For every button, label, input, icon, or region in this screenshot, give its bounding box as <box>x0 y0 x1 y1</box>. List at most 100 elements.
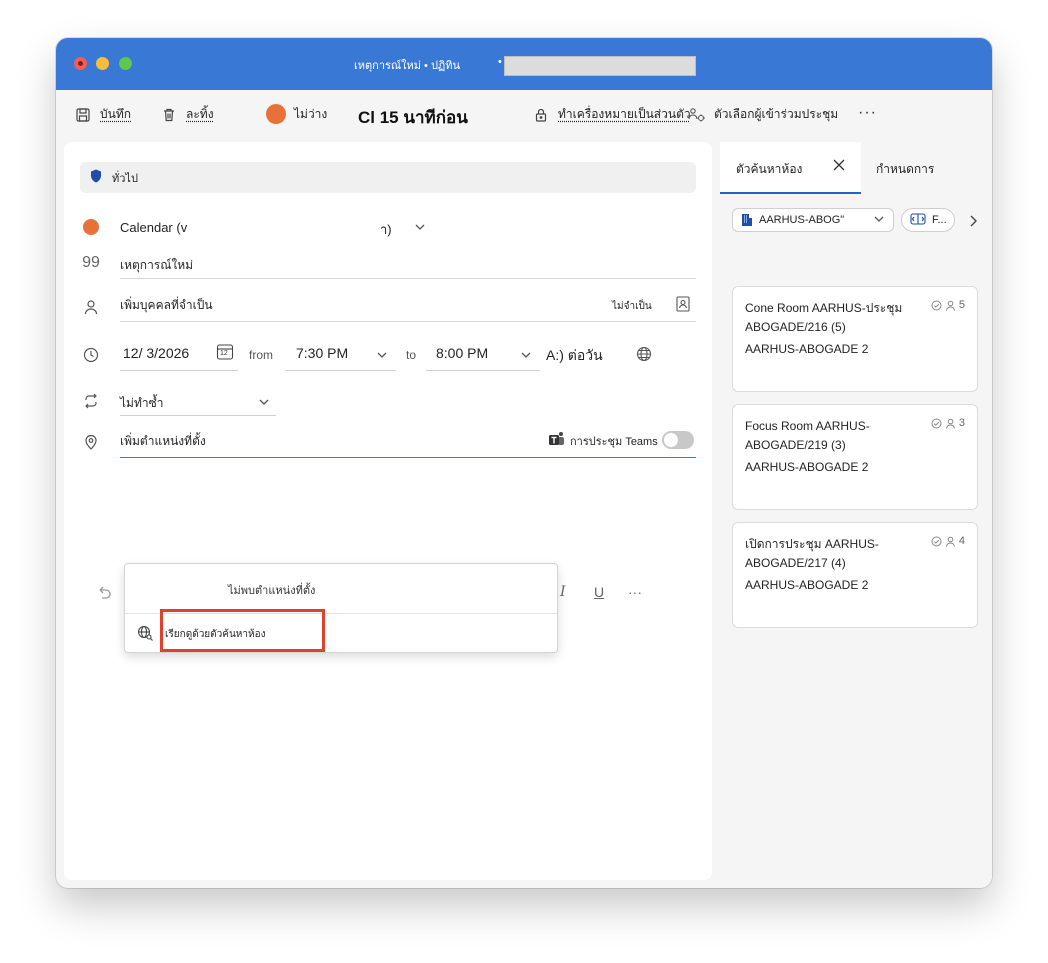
room-building: AARHUS-ABOGADE 2 <box>745 578 869 592</box>
location-row: เพิ่มตำแหน่งที่ตั้ง การประชุม Teams <box>64 430 712 460</box>
discard-label: ละทิ้ง <box>186 107 214 121</box>
building-icon <box>741 212 753 229</box>
chevron-down-icon[interactable] <box>414 220 426 238</box>
no-locations-message: ไม่พบตำแหน่งที่ตั้ง <box>228 585 316 597</box>
quote-icon: 99 <box>82 254 100 271</box>
show-as-label: ไม่ว่าง <box>294 106 328 121</box>
event-form: ทั่วไป Calendar (v า) 99 เหตุการณ์ใหม่ เ… <box>64 142 712 880</box>
room-name: Cone Room AARHUS-ประชุม ABOGADE/216 (5) <box>745 301 903 334</box>
tab-scheduling[interactable]: กำหนดการ <box>876 160 934 179</box>
title-row: 99 เหตุการณ์ใหม่ <box>64 252 712 282</box>
room-capacity-value: 3 <box>958 417 965 429</box>
features-icon <box>910 212 926 228</box>
calendar-selector[interactable]: Calendar (v <box>120 220 187 235</box>
mark-private-button[interactable]: ทำเครื่องหมายเป็นส่วนตัว <box>532 105 691 124</box>
date-picker-icon[interactable]: 12 <box>216 343 234 361</box>
lock-icon <box>532 106 550 124</box>
category-label: ทั่วไป <box>112 172 138 185</box>
zoom-window-button[interactable] <box>119 57 132 70</box>
toolbar: บันทึก ละทิ้ง ไม่ว่าง Cl 15 นาทีก่อน ทำเ… <box>56 90 992 142</box>
attendees-input[interactable]: เพิ่มบุคคลที่จำเป็น <box>120 296 213 315</box>
room-building: AARHUS-ABOGADE 2 <box>745 460 869 474</box>
location-input[interactable]: เพิ่มตำแหน่งที่ตั้ง <box>120 432 206 451</box>
start-time-chevron-icon[interactable] <box>376 348 388 366</box>
room-capacity: 4 <box>931 535 965 547</box>
format-more-button[interactable]: ··· <box>628 584 642 600</box>
people-settings-icon <box>688 106 706 124</box>
italic-icon[interactable]: I <box>560 584 566 600</box>
repeat-chevron-icon[interactable] <box>258 395 270 413</box>
to-label: to <box>406 348 417 362</box>
undo-icon[interactable] <box>96 584 112 603</box>
teams-meeting-label: การประชุม Teams <box>570 436 658 448</box>
busy-status-icon <box>266 104 286 124</box>
chevron-right-icon[interactable] <box>968 214 978 232</box>
start-time-input[interactable]: 7:30 PM <box>296 345 348 361</box>
repeat-icon <box>82 392 100 410</box>
features-filter-label: F... <box>932 214 947 226</box>
close-window-button[interactable] <box>74 57 87 70</box>
close-icon[interactable] <box>832 156 846 177</box>
location-pin-icon <box>82 433 100 451</box>
save-label: บันทึก <box>100 107 131 121</box>
category-banner: ทั่วไป <box>80 162 696 193</box>
attendee-options-button[interactable]: ตัวเลือกผู้เข้าร่วมประชุม <box>688 105 838 124</box>
save-icon <box>74 106 92 124</box>
globe-search-icon <box>137 625 153 644</box>
room-capacity: 3 <box>931 417 965 429</box>
app-window: เหตุการณ์ใหม่ • ปฏิทิน • บันทึก ละทิ้ง ไ… <box>56 38 992 888</box>
teams-icon <box>548 431 566 452</box>
window-title: เหตุการณ์ใหม่ • ปฏิทิน <box>354 60 461 72</box>
end-time-input[interactable]: 8:00 PM <box>436 345 488 361</box>
underline-icon[interactable]: U <box>594 584 604 600</box>
attendee-options-label: ตัวเลือกผู้เข้าร่วมประชุม <box>714 107 839 121</box>
highlight-annotation <box>160 609 325 652</box>
from-label: from <box>249 348 273 362</box>
calendar-selector-suffix: า) <box>380 222 392 237</box>
redacted-area <box>504 56 696 76</box>
calendar-color-icon <box>82 218 100 236</box>
room-card[interactable]: Focus Room AARHUS-ABOGADE/219 (3) AARHUS… <box>732 404 978 510</box>
address-book-icon[interactable] <box>676 296 690 317</box>
discard-button[interactable]: ละทิ้ง <box>160 105 214 124</box>
building-chevron-icon <box>873 213 885 228</box>
start-date-input[interactable]: 12/ 3/2026 <box>123 345 189 361</box>
attendees-row: เพิ่มบุคคลที่จำเป็น ไม่จำเป็น <box>64 292 712 324</box>
show-as-button[interactable]: ไม่ว่าง <box>266 104 327 124</box>
room-capacity: 5 <box>931 299 965 311</box>
calendar-row: Calendar (v า) <box>64 216 712 242</box>
title-bar: เหตุการณ์ใหม่ • ปฏิทิน • <box>56 38 992 90</box>
all-day-toggle[interactable]: A:) ต่อวัน <box>546 345 603 367</box>
clock-icon <box>82 346 100 364</box>
trash-icon <box>160 106 178 124</box>
reminder-button[interactable]: Cl 15 นาทีก่อน <box>358 104 468 131</box>
optional-attendees-button[interactable]: ไม่จำเป็น <box>612 299 652 314</box>
repeat-row: ไม่ทำซ้ำ <box>64 388 712 418</box>
mark-private-label: ทำเครื่องหมายเป็นส่วนตัว <box>558 107 691 121</box>
teams-meeting-toggle[interactable] <box>662 431 694 449</box>
room-name: Focus Room AARHUS-ABOGADE/219 (3) <box>745 419 870 452</box>
building-filter-label: AARHUS-ABOG" <box>759 214 845 226</box>
end-time-chevron-icon[interactable] <box>520 348 532 366</box>
shield-icon <box>90 169 102 186</box>
features-filter[interactable]: F... <box>901 208 955 232</box>
more-options-button[interactable]: ··· <box>858 104 877 122</box>
date-picker-day: 12 <box>220 350 228 357</box>
room-card[interactable]: Cone Room AARHUS-ประชุม ABOGADE/216 (5) … <box>732 286 978 392</box>
room-name: เปิดการประชุม AARHUS-ABOGADE/217 (4) <box>745 537 879 570</box>
tab-room-finder-label: ตัวค้นหาห้อง <box>736 162 803 176</box>
tab-room-finder[interactable]: ตัวค้นหาห้อง <box>720 142 861 194</box>
room-finder-panel: ตัวค้นหาห้อง กำหนดการ AARHUS-ABOG" F... <box>720 142 992 888</box>
globe-icon[interactable] <box>636 346 652 367</box>
datetime-row: 12/ 3/2026 12 from 7:30 PM to 8:00 PM A:… <box>64 340 712 376</box>
title-input[interactable]: เหตุการณ์ใหม่ <box>120 256 193 275</box>
room-card[interactable]: เปิดการประชุม AARHUS-ABOGADE/217 (4) AAR… <box>732 522 978 628</box>
title-separator: • <box>498 56 502 68</box>
side-panel-tabs: ตัวค้นหาห้อง กำหนดการ <box>720 142 992 194</box>
room-capacity-value: 5 <box>958 299 965 311</box>
minimize-window-button[interactable] <box>96 57 109 70</box>
repeat-selector[interactable]: ไม่ทำซ้ำ <box>120 394 163 413</box>
building-filter[interactable]: AARHUS-ABOG" <box>732 208 894 232</box>
room-capacity-value: 4 <box>958 535 965 547</box>
save-button[interactable]: บันทึก <box>74 105 131 124</box>
